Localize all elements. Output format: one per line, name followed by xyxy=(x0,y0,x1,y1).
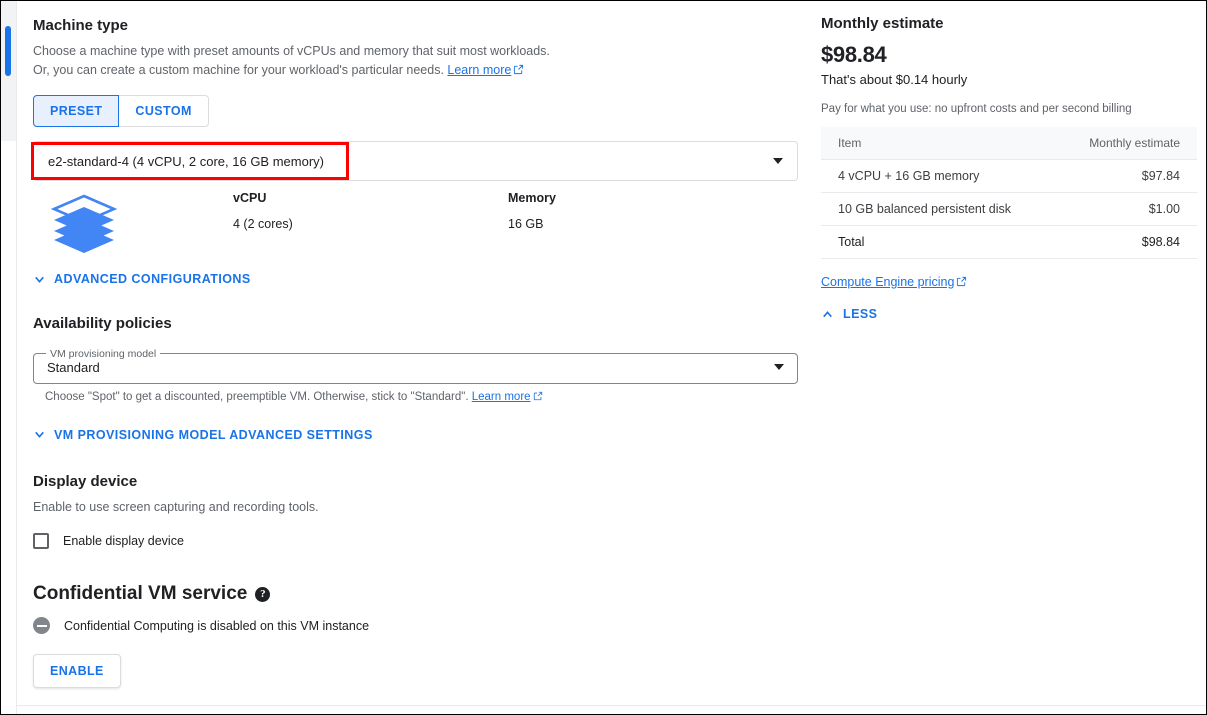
estimate-row-item: 10 GB balanced persistent disk xyxy=(821,193,1056,226)
machine-specs-row: vCPU 4 (2 cores) Memory 16 GB xyxy=(33,191,803,258)
chevron-up-icon xyxy=(821,308,834,321)
machine-type-heading: Machine type xyxy=(33,17,803,34)
monthly-estimate-hourly: That's about $0.14 hourly xyxy=(821,72,1197,87)
monthly-estimate-heading: Monthly estimate xyxy=(821,15,1197,32)
confidential-vm-status-row: Confidential Computing is disabled on th… xyxy=(33,617,803,634)
vm-provisioning-model-label: VM provisioning model xyxy=(46,348,160,360)
machine-type-select-wrapper: e2-standard-4 (4 vCPU, 2 core, 16 GB mem… xyxy=(33,141,803,181)
machine-type-mode-toggle[interactable]: PRESET CUSTOM xyxy=(33,95,209,127)
estimate-less-toggle[interactable]: LESS xyxy=(821,307,877,321)
help-icon[interactable]: ? xyxy=(255,587,270,602)
enable-display-device-row[interactable]: Enable display device xyxy=(33,533,803,549)
main-config-column: Machine type Choose a machine type with … xyxy=(33,17,803,715)
memory-spec-value: 16 GB xyxy=(508,217,783,231)
bottom-divider xyxy=(17,705,1207,706)
machine-type-description-line2: Or, you can create a custom machine for … xyxy=(33,63,444,77)
external-link-icon xyxy=(533,391,543,404)
advanced-configurations-label: ADVANCED CONFIGURATIONS xyxy=(54,272,251,286)
vcpu-spec-label: vCPU xyxy=(233,191,508,205)
provisioning-learn-more-link[interactable]: Learn more xyxy=(472,391,531,403)
enable-display-device-checkbox[interactable] xyxy=(33,533,49,549)
machine-type-description-line1: Choose a machine type with preset amount… xyxy=(33,44,550,58)
estimate-total-label: Total xyxy=(821,226,1056,259)
column-header-monthly-estimate: Monthly estimate xyxy=(1056,127,1197,160)
provisioning-advanced-settings-row: VM PROVISIONING MODEL ADVANCED SETTINGS xyxy=(33,428,803,447)
confidential-vm-heading: Confidential VM service ? xyxy=(33,583,803,605)
vcpu-spec-value: 4 (2 cores) xyxy=(233,217,508,231)
monthly-estimate-panel: Monthly estimate $98.84 That's about $0.… xyxy=(821,15,1197,326)
estimate-row-item: 4 vCPU + 16 GB memory xyxy=(821,160,1056,193)
availability-policies-heading: Availability policies xyxy=(33,315,803,332)
external-link-icon xyxy=(513,62,524,81)
external-link-icon xyxy=(956,276,967,290)
chevron-down-icon xyxy=(33,273,46,286)
compute-engine-pricing-row: Compute Engine pricing xyxy=(821,275,967,290)
vm-provisioning-model-outline: VM provisioning model xyxy=(33,348,798,384)
enable-confidential-vm-button[interactable]: ENABLE xyxy=(33,654,121,688)
table-row: 4 vCPU + 16 GB memory $97.84 xyxy=(821,160,1197,193)
vm-provisioning-model-value: Standard xyxy=(47,360,100,375)
stepper-active-indicator xyxy=(5,26,11,76)
estimate-row-amount: $97.84 xyxy=(1056,160,1197,193)
stepper-rail xyxy=(1,1,17,141)
table-row: 10 GB balanced persistent disk $1.00 xyxy=(821,193,1197,226)
table-header-row: Item Monthly estimate xyxy=(821,127,1197,160)
machine-type-select[interactable]: e2-standard-4 (4 vCPU, 2 core, 16 GB mem… xyxy=(33,141,798,181)
confidential-vm-status-text: Confidential Computing is disabled on th… xyxy=(64,619,369,633)
estimate-less-label: LESS xyxy=(843,307,877,321)
machine-type-learn-more-link[interactable]: Learn more xyxy=(447,63,511,77)
enable-display-device-label: Enable display device xyxy=(63,534,184,548)
chevron-down-icon xyxy=(773,158,783,164)
custom-tab[interactable]: CUSTOM xyxy=(119,95,208,127)
monthly-estimate-note: Pay for what you use: no upfront costs a… xyxy=(821,103,1197,115)
vcpu-spec: vCPU 4 (2 cores) xyxy=(233,191,508,231)
preset-tab[interactable]: PRESET xyxy=(33,95,119,127)
monthly-estimate-price: $98.84 xyxy=(821,42,1197,68)
estimate-total-row: Total $98.84 xyxy=(821,226,1197,259)
machine-type-description: Choose a machine type with preset amount… xyxy=(33,42,803,81)
machine-type-select-value: e2-standard-4 (4 vCPU, 2 core, 16 GB mem… xyxy=(48,154,324,169)
machine-stack-icon xyxy=(33,191,233,258)
rail-divider xyxy=(16,1,17,715)
vm-provisioning-model-help-text: Choose "Spot" to get a discounted, preem… xyxy=(45,391,469,403)
estimate-row-amount: $1.00 xyxy=(1056,193,1197,226)
memory-spec-label: Memory xyxy=(508,191,783,205)
estimate-total-amount: $98.84 xyxy=(1056,226,1197,259)
chevron-down-icon xyxy=(774,364,784,370)
display-device-description: Enable to use screen capturing and recor… xyxy=(33,498,803,517)
vm-create-machine-config-page: Machine type Choose a machine type with … xyxy=(0,0,1207,715)
column-header-item: Item xyxy=(821,127,1056,160)
estimate-breakdown-table: Item Monthly estimate 4 vCPU + 16 GB mem… xyxy=(821,127,1197,259)
compute-engine-pricing-link[interactable]: Compute Engine pricing xyxy=(821,275,954,289)
vm-provisioning-advanced-settings-label: VM PROVISIONING MODEL ADVANCED SETTINGS xyxy=(54,428,373,442)
advanced-configurations-toggle[interactable]: ADVANCED CONFIGURATIONS xyxy=(33,272,251,286)
vm-provisioning-model-field[interactable]: VM provisioning model Standard xyxy=(33,348,798,384)
display-device-heading: Display device xyxy=(33,473,803,490)
vm-provisioning-model-help: Choose "Spot" to get a discounted, preem… xyxy=(45,391,803,404)
chevron-down-icon xyxy=(33,428,46,441)
vm-provisioning-advanced-settings-toggle[interactable]: VM PROVISIONING MODEL ADVANCED SETTINGS xyxy=(33,428,373,442)
disabled-icon xyxy=(33,617,50,634)
memory-spec: Memory 16 GB xyxy=(508,191,783,231)
advanced-configurations-row: ADVANCED CONFIGURATIONS xyxy=(33,272,803,291)
confidential-vm-title: Confidential VM service xyxy=(33,583,247,605)
